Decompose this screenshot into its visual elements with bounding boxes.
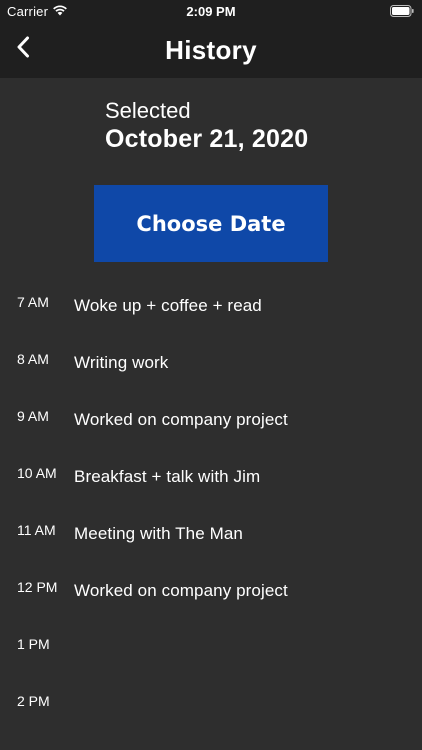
timeline-entry[interactable]: 10 AM Breakfast + talk with Jim bbox=[0, 459, 422, 516]
timeline-entry[interactable]: 12 PM Worked on company project bbox=[0, 573, 422, 630]
status-time: 2:09 PM bbox=[186, 4, 236, 19]
header: Carrier 2:09 PM History bbox=[0, 0, 422, 78]
timeline-entry[interactable]: 11 AM Meeting with The Man bbox=[0, 516, 422, 573]
timeline-entry[interactable]: 7 AM Woke up + coffee + read bbox=[0, 288, 422, 345]
page-title: History bbox=[165, 35, 257, 65]
entry-time: 10 AM bbox=[17, 465, 57, 481]
timeline-entry[interactable]: 8 AM Writing work bbox=[0, 345, 422, 402]
entry-text: Worked on company project bbox=[74, 410, 288, 429]
entry-text: Breakfast + talk with Jim bbox=[74, 467, 261, 486]
battery-icon bbox=[390, 5, 414, 17]
timeline-entry[interactable]: 9 AM Worked on company project bbox=[0, 402, 422, 459]
selected-label: Selected bbox=[105, 98, 191, 123]
timeline-entry[interactable]: 1 PM bbox=[0, 630, 422, 687]
choose-date-button[interactable]: Choose Date bbox=[94, 185, 328, 262]
navigation-bar: History bbox=[0, 22, 422, 78]
selected-date-block: Selected October 21, 2020 bbox=[105, 98, 308, 154]
entry-time: 7 AM bbox=[17, 294, 49, 310]
entry-text: Worked on company project bbox=[74, 581, 288, 600]
entry-time: 1 PM bbox=[17, 636, 50, 652]
timeline-entry[interactable]: 2 PM bbox=[0, 687, 422, 744]
entry-text: Writing work bbox=[74, 353, 169, 372]
entry-text: Meeting with The Man bbox=[74, 524, 243, 543]
entry-text: Woke up + coffee + read bbox=[74, 296, 262, 315]
entry-time: 11 AM bbox=[17, 522, 56, 538]
timeline-list: 7 AM Woke up + coffee + read 8 AM Writin… bbox=[0, 288, 422, 744]
selected-date: October 21, 2020 bbox=[105, 125, 309, 153]
entry-time: 2 PM bbox=[17, 693, 50, 709]
status-bar: Carrier 2:09 PM bbox=[0, 0, 422, 22]
entry-time: 12 PM bbox=[17, 579, 58, 595]
entry-time: 9 AM bbox=[17, 408, 49, 424]
entry-time: 8 AM bbox=[17, 351, 49, 367]
